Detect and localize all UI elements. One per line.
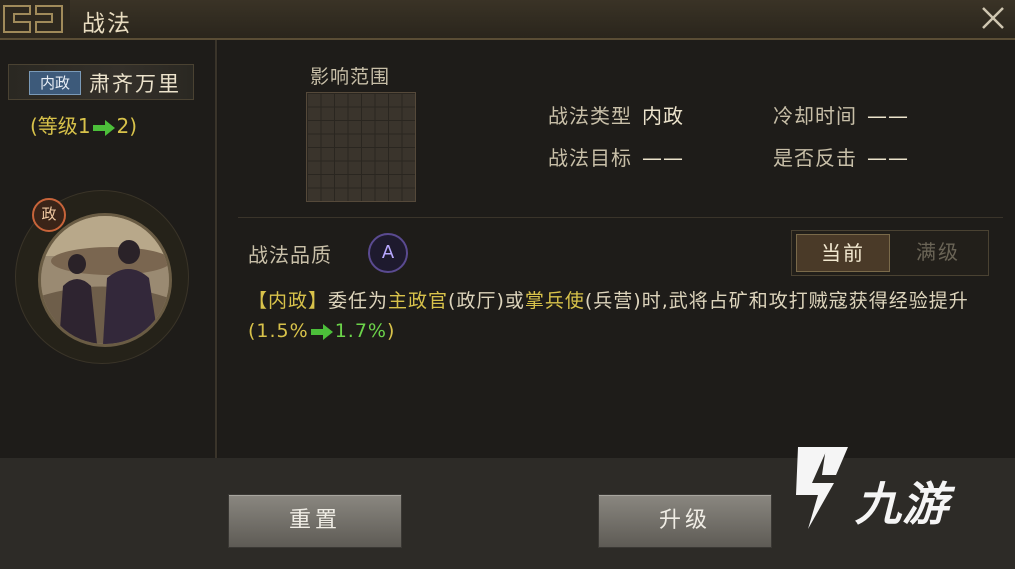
level-from: 1 [77,114,91,138]
range-label: 影响范围 [310,66,391,88]
level-prefix: (等级 [30,114,78,138]
description-text-1: 委任为 [328,290,389,312]
divider [238,217,1003,218]
level-to: 2 [116,114,130,138]
description-value-from: 1.5% [256,320,309,342]
cooldown-value: —— [867,104,909,128]
description-role-2: 掌兵使 [524,290,585,312]
description-value-to: 1.7% [334,320,387,342]
window-header: 战法 [0,0,1015,40]
watermark-text: 九游 [855,477,949,531]
skill-target-row: 战法目标 —— [548,142,684,171]
skill-name: 肃齐万里 [89,72,181,96]
skill-portrait-art-icon [41,216,169,344]
description-close-paren: ) [386,320,396,342]
portrait-badge: 政 [32,198,66,232]
skill-name-box: 内政 肃齐万里 [8,64,194,100]
counter-label: 是否反击 [773,146,857,170]
arrow-right-icon [310,323,333,340]
description-role-1: 主政官 [388,290,449,312]
quality-grade-badge: A [368,233,408,273]
upgrade-button[interactable]: 升级 [598,494,772,548]
skill-level: (等级1 2) [30,110,137,139]
page-title: 战法 [82,11,132,37]
level-suffix: ) [129,114,138,138]
skill-description: 【内政】委任为主政官(政厅)或掌兵使(兵营)时,武将占矿和攻打贼寇获得经验提升(… [248,286,1003,346]
cooldown-label: 冷却时间 [773,104,857,128]
skill-detail-panel: 影响范围 战法类型 内政 战法目标 —— 冷却时间 —— 是否反击 —— 战法品质 A … [218,40,1015,458]
counter-value: —— [867,146,909,170]
skill-target-value: —— [642,146,684,170]
header-ornament-icon [0,0,70,38]
range-grid [306,92,416,202]
skill-type-value: 内政 [642,104,684,128]
tab-max-level[interactable]: 满级 [892,234,984,270]
counter-row: 是否反击 —— [773,142,909,171]
skill-type-label: 战法类型 [548,104,632,128]
close-icon[interactable] [977,2,1009,34]
level-view-toggle: 当前 满级 [791,230,989,276]
skill-portrait [38,213,172,347]
reset-button[interactable]: 重置 [228,494,402,548]
description-text-3: (兵营)时,武将占矿和攻打贼寇获得经验提升 [584,290,969,312]
skill-summary-panel: 内政 肃齐万里 (等级1 2) 政 [0,40,217,458]
description-text-2: (政厅)或 [448,290,525,312]
tab-current[interactable]: 当前 [796,234,890,272]
skill-category-tag: 内政 [29,71,81,95]
quality-label: 战法品质 [248,243,332,267]
cooldown-row: 冷却时间 —— [773,100,909,129]
skill-target-label: 战法目标 [548,146,632,170]
arrow-right-icon [92,119,115,136]
description-tag: 【内政】 [248,290,329,312]
skill-type-row: 战法类型 内政 [548,100,684,129]
